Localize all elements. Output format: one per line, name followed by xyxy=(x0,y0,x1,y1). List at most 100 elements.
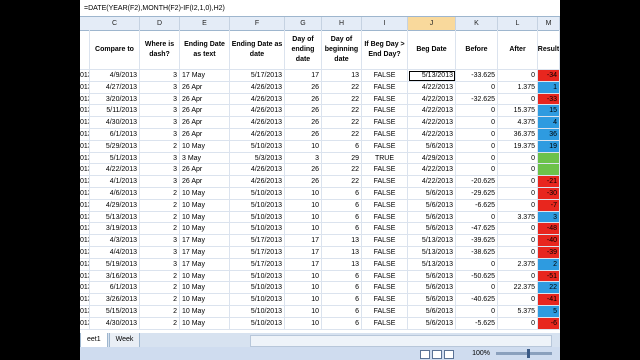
cell-g[interactable]: 10 xyxy=(285,294,322,306)
header-cell-m[interactable]: Result xyxy=(538,30,560,70)
cell-b[interactable]: 013 xyxy=(80,270,90,283)
cell-f[interactable]: 5/10/2013 xyxy=(230,223,285,236)
cell-f[interactable]: 5/17/2013 xyxy=(230,247,285,259)
cell-h[interactable]: 6 xyxy=(322,223,362,236)
cell-c[interactable]: 5/29/2013 xyxy=(90,140,140,153)
cell-k[interactable]: -5.625 xyxy=(456,317,498,330)
cell-h[interactable]: 22 xyxy=(322,105,362,118)
header-cell-d[interactable]: Where is dash? xyxy=(140,30,180,70)
cell-d[interactable]: 2 xyxy=(140,306,180,318)
header-cell-g[interactable]: Day of ending date xyxy=(285,30,322,70)
cell-i[interactable]: FALSE xyxy=(362,81,408,94)
cell-b[interactable]: 013 xyxy=(80,105,90,118)
cell-h[interactable]: 22 xyxy=(322,117,362,129)
cell-h[interactable]: 6 xyxy=(322,294,362,306)
cell-l[interactable]: 0 xyxy=(498,70,538,82)
cell-i[interactable]: FALSE xyxy=(362,270,408,283)
cell-j[interactable]: 5/6/2013 xyxy=(408,270,456,283)
cell-m[interactable]: 19 xyxy=(538,140,560,153)
cell-h[interactable]: 6 xyxy=(322,199,362,212)
cell-b[interactable]: 013 xyxy=(80,235,90,247)
cell-h[interactable]: 6 xyxy=(322,270,362,283)
cell-i[interactable]: FALSE xyxy=(362,294,408,306)
cell-c[interactable]: 4/1/2013 xyxy=(90,176,140,188)
cell-g[interactable]: 17 xyxy=(285,247,322,259)
cell-b[interactable]: 013 xyxy=(80,199,90,212)
cell-g[interactable]: 10 xyxy=(285,282,322,295)
cell-g[interactable]: 10 xyxy=(285,211,322,224)
cell-j[interactable]: 5/6/2013 xyxy=(408,294,456,306)
cell-g[interactable]: 26 xyxy=(285,129,322,141)
cell-l[interactable]: 0 xyxy=(498,270,538,283)
cell-i[interactable]: FALSE xyxy=(362,223,408,236)
cell-j[interactable]: 5/13/2013 xyxy=(408,235,456,247)
cell-d[interactable]: 3 xyxy=(140,176,180,188)
cell-b[interactable]: 013 xyxy=(80,70,90,82)
cell-j[interactable]: 5/6/2013 xyxy=(408,317,456,330)
cell-j[interactable]: 5/13/2013 xyxy=(408,258,456,271)
cell-k[interactable]: 0 xyxy=(456,105,498,118)
cell-c[interactable]: 4/3/2013 xyxy=(90,235,140,247)
cell-m[interactable]: 4 xyxy=(538,117,560,129)
cell-f[interactable]: 4/26/2013 xyxy=(230,93,285,106)
horizontal-scrollbar[interactable] xyxy=(250,335,552,347)
column-header-m[interactable]: M xyxy=(538,17,560,30)
cell-c[interactable]: 4/27/2013 xyxy=(90,81,140,94)
cell-l[interactable]: 0 xyxy=(498,176,538,188)
cell-j[interactable]: 4/22/2013 xyxy=(408,164,456,177)
header-cell-l[interactable]: After xyxy=(498,30,538,70)
cell-l[interactable]: 2.375 xyxy=(498,258,538,271)
cell-f[interactable]: 4/26/2013 xyxy=(230,105,285,118)
cell-g[interactable]: 10 xyxy=(285,223,322,236)
cell-f[interactable]: 5/17/2013 xyxy=(230,70,285,82)
cell-l[interactable]: 0 xyxy=(498,188,538,200)
cell-f[interactable]: 5/17/2013 xyxy=(230,235,285,247)
cell-l[interactable]: 0 xyxy=(498,152,538,165)
cell-i[interactable]: TRUE xyxy=(362,152,408,165)
cell-i[interactable]: FALSE xyxy=(362,93,408,106)
cell-j[interactable]: 5/13/2013 xyxy=(408,70,456,82)
cell-i[interactable]: FALSE xyxy=(362,235,408,247)
cell-k[interactable]: 0 xyxy=(456,140,498,153)
cell-b[interactable]: 013 xyxy=(80,258,90,271)
cell-m[interactable]: 15 xyxy=(538,105,560,118)
cell-c[interactable]: 3/16/2013 xyxy=(90,270,140,283)
page-layout-view-icon[interactable] xyxy=(432,350,442,359)
column-header-c[interactable]: C xyxy=(90,17,140,30)
zoom-slider-thumb[interactable] xyxy=(527,349,530,358)
cell-g[interactable]: 26 xyxy=(285,176,322,188)
cell-h[interactable]: 22 xyxy=(322,164,362,177)
cell-d[interactable]: 2 xyxy=(140,211,180,224)
cell-h[interactable]: 13 xyxy=(322,247,362,259)
cell-i[interactable]: FALSE xyxy=(362,70,408,82)
cell-m[interactable]: -34 xyxy=(538,70,560,82)
zoom-slider[interactable] xyxy=(496,352,552,355)
column-header-j[interactable]: J xyxy=(408,17,456,30)
cell-m[interactable]: -21 xyxy=(538,176,560,188)
cell-h[interactable]: 13 xyxy=(322,70,362,82)
cell-k[interactable]: 0 xyxy=(456,152,498,165)
cell-l[interactable]: 4.375 xyxy=(498,117,538,129)
cell-g[interactable]: 26 xyxy=(285,93,322,106)
cell-b[interactable]: 013 xyxy=(80,294,90,306)
cell-g[interactable]: 26 xyxy=(285,105,322,118)
sheet-tab-eet1[interactable]: eet1 xyxy=(80,333,108,348)
cell-i[interactable]: FALSE xyxy=(362,258,408,271)
cell-m[interactable]: 5 xyxy=(538,306,560,318)
cell-b[interactable]: 013 xyxy=(80,140,90,153)
cell-l[interactable]: 0 xyxy=(498,294,538,306)
cell-m[interactable] xyxy=(538,164,560,177)
cell-k[interactable]: -33.625 xyxy=(456,70,498,82)
cell-b[interactable]: 013 xyxy=(80,81,90,94)
cell-c[interactable]: 3/26/2013 xyxy=(90,294,140,306)
cell-f[interactable]: 5/10/2013 xyxy=(230,140,285,153)
cell-e[interactable]: 10 May xyxy=(180,282,230,295)
cell-c[interactable]: 4/4/2013 xyxy=(90,247,140,259)
cell-j[interactable]: 4/29/2013 xyxy=(408,152,456,165)
cell-e[interactable]: 26 Apr xyxy=(180,164,230,177)
cell-d[interactable]: 3 xyxy=(140,129,180,141)
header-cell-h[interactable]: Day of beginning date xyxy=(322,30,362,70)
cell-l[interactable]: 15.375 xyxy=(498,105,538,118)
cell-i[interactable]: FALSE xyxy=(362,211,408,224)
cell-m[interactable] xyxy=(538,152,560,165)
